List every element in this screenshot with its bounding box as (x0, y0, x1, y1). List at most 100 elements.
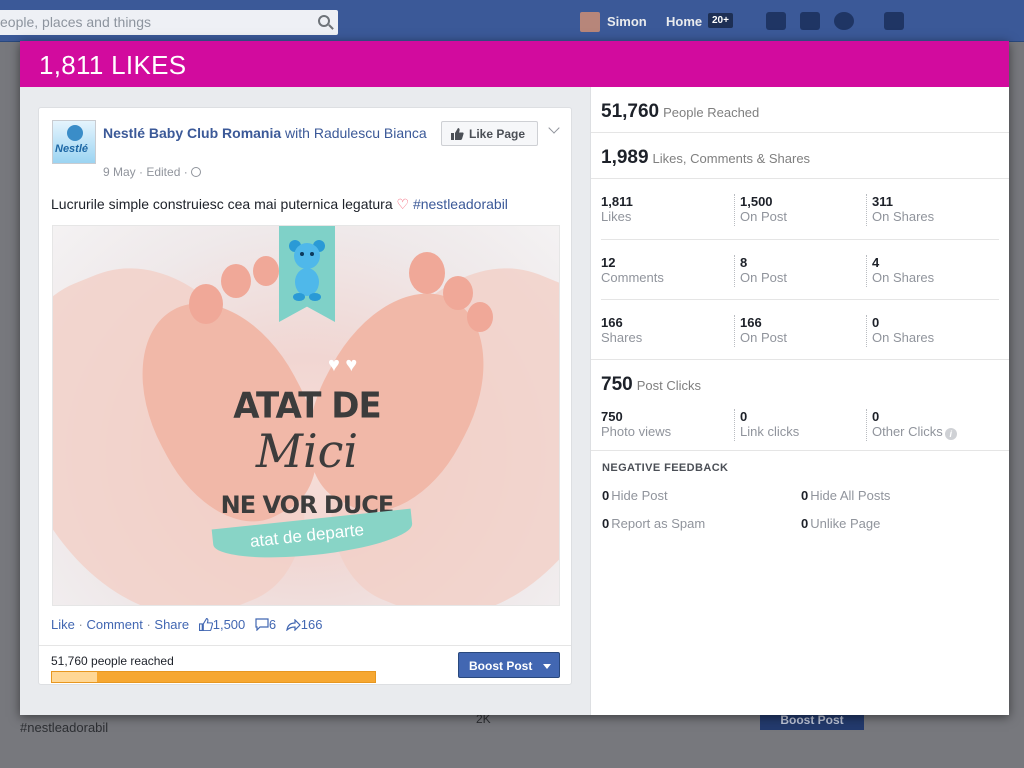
stat-cell: 166 Shares (601, 315, 731, 345)
image-toe (443, 276, 473, 310)
post-preview-pane: Nestlé Nestlé Baby Club Romania with Rad… (20, 87, 590, 715)
post-card: Nestlé Nestlé Baby Club Romania with Rad… (38, 107, 572, 685)
engagement-value: 1,989 (601, 147, 649, 168)
other-clicks-label: Other Clicks (872, 424, 943, 439)
feedback-value: 0 (602, 488, 610, 503)
stat-label: On Shares (872, 270, 935, 285)
user-avatar[interactable] (580, 12, 600, 32)
post-photo[interactable]: ♥ ♥ ATAT DE Mici NE VOR DUCE atat de dep… (52, 225, 560, 606)
post-timestamp: 9 May · Edited · (103, 165, 201, 179)
share-arrow-icon (286, 619, 301, 631)
boost-post-label: Boost Post (469, 659, 533, 673)
info-icon[interactable]: i (944, 428, 957, 440)
globe-icon (190, 167, 201, 177)
feedback-value: 0 (801, 516, 809, 531)
row-separator (601, 239, 999, 240)
stat-value: 0 (872, 409, 880, 424)
stat-label: On Shares (872, 209, 935, 224)
likes-dialog: 1,811 LIKES Nestlé Nestlé Baby Club Roma… (20, 41, 1009, 715)
hashtag-link[interactable]: #nestleadorabil (413, 196, 508, 212)
tagged-with-text[interactable]: with Radulescu Bianca (285, 125, 427, 141)
notifications-icon[interactable] (834, 12, 854, 30)
page-name-link[interactable]: Nestlé Baby Club Romania (103, 125, 281, 141)
like-page-button[interactable]: Like Page (441, 121, 538, 146)
stat-label: On Post (740, 330, 787, 345)
reach-text: 51,760 people reached (51, 654, 174, 668)
image-text-line2: Mici (255, 424, 359, 478)
stat-label: On Post (740, 270, 787, 285)
column-separator (734, 315, 735, 347)
search-icon[interactable] (318, 15, 330, 27)
stat-value: 311 (872, 194, 893, 209)
stat-value: 0 (872, 315, 880, 330)
like-page-label: Like Page (469, 127, 526, 141)
post-footer: 51,760 people reached Boost Post (39, 645, 571, 685)
people-reached-row: 51,760 People Reached (591, 87, 1009, 133)
comments-count[interactable]: 6 (269, 617, 276, 632)
stat-cell: 1,811 Likes (601, 194, 731, 224)
bear-logo-icon (289, 240, 325, 301)
thumb-up-icon (198, 618, 213, 631)
stat-value: 1,811 (601, 194, 633, 209)
image-toe (253, 256, 279, 286)
stat-label: Link clicks (740, 424, 800, 439)
comment-link[interactable]: Comment (86, 617, 142, 632)
nestle-logo-text: Nestlé (55, 143, 89, 155)
image-text-line1: ATAT DE (233, 385, 381, 427)
stat-value: 166 (740, 315, 762, 330)
negative-feedback-item: 0 Unlike Page (801, 516, 880, 531)
column-separator (866, 315, 867, 347)
post-message: Lucrurile simple construiesc cea mai put… (51, 196, 508, 213)
page-avatar[interactable]: Nestlé (52, 120, 96, 164)
image-toe (467, 302, 493, 332)
hearts-decoration: ♥ ♥ (328, 354, 358, 376)
home-link[interactable]: Home (666, 14, 702, 29)
stat-label: Likes (601, 209, 632, 224)
negative-feedback-item: 0 Hide Post (602, 488, 668, 503)
image-toe (409, 252, 445, 294)
background-topbar: eople, places and things Simon Home 20+ (0, 0, 1024, 42)
thumb-up-icon (451, 128, 464, 140)
feedback-value: 0 (602, 516, 610, 531)
column-separator (866, 255, 867, 287)
column-separator (734, 255, 735, 287)
engagement-label: Likes, Comments & Shares (652, 151, 811, 166)
like-link[interactable]: Like (51, 617, 75, 632)
likes-count[interactable]: 1,500 (213, 617, 246, 632)
stat-value: 1,500 (740, 194, 773, 209)
stat-label: Photo views (601, 424, 672, 439)
post-message-text: Lucrurile simple construiesc cea mai put… (51, 196, 393, 212)
stat-label: On Shares (872, 330, 935, 345)
settings-icon[interactable] (884, 12, 904, 30)
column-separator (866, 409, 867, 441)
stat-value: 0 (740, 409, 748, 424)
column-separator (734, 409, 735, 441)
post-header: Nestlé Baby Club Romania with Radulescu … (103, 123, 433, 143)
post-clicks-value: 750 (601, 374, 633, 395)
share-link[interactable]: Share (154, 617, 189, 632)
separator-dot: · (78, 617, 83, 632)
user-name-link[interactable]: Simon (607, 14, 647, 29)
friends-icon[interactable] (766, 12, 786, 30)
chevron-down-icon[interactable] (548, 122, 560, 134)
stat-label: On Post (740, 209, 787, 224)
shares-count[interactable]: 166 (301, 617, 323, 632)
boost-post-button[interactable]: Boost Post (458, 652, 560, 678)
stat-cell: 8 On Post (740, 255, 870, 285)
post-date[interactable]: 9 May · Edited · (103, 165, 188, 179)
heart-emoji: ♡ (396, 196, 410, 212)
stat-value: 4 (872, 255, 880, 270)
row-separator (601, 299, 999, 300)
negative-feedback-item: 0 Hide All Posts (801, 488, 890, 503)
people-reached-label: People Reached (663, 105, 760, 120)
stat-cell: 0 On Shares (872, 315, 1002, 345)
post-clicks-label: Post Clicks (636, 378, 701, 393)
background-search-input[interactable]: eople, places and things (0, 10, 338, 35)
column-separator (866, 194, 867, 226)
comment-icon (255, 618, 269, 631)
stat-cell: 12 Comments (601, 255, 731, 285)
post-clicks-section: 750 Post Clicks 750 Photo views 0 Link clic… (591, 360, 1009, 451)
messages-icon[interactable] (800, 12, 820, 30)
negative-feedback-item: 0 Report as Spam (602, 516, 705, 531)
post-action-bar: Like · Comment · Share 1,500 6 166 (51, 617, 322, 632)
